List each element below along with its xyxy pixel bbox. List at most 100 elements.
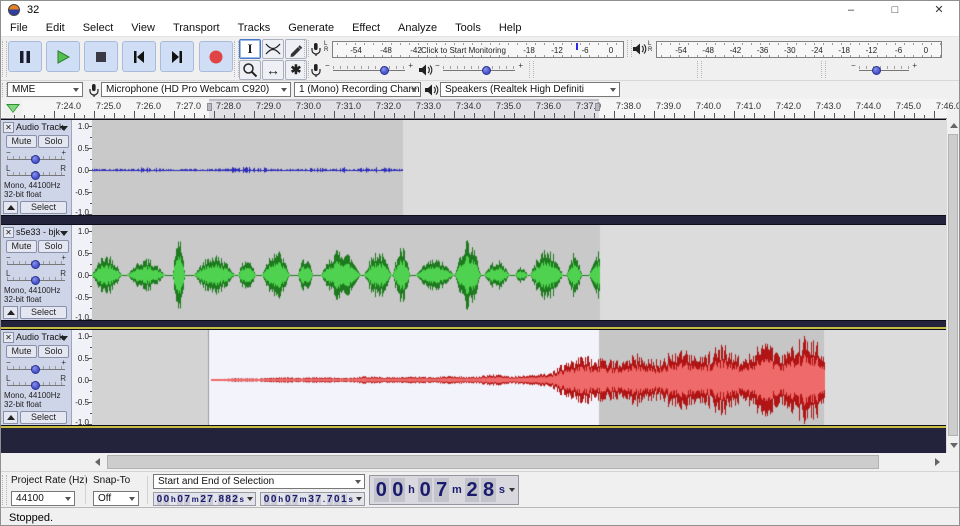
horizontal-scrollbar[interactable] bbox=[1, 453, 960, 471]
selection-start-grip[interactable] bbox=[207, 103, 212, 111]
track-collapse-button[interactable] bbox=[3, 306, 18, 319]
waveform-area[interactable] bbox=[92, 225, 946, 320]
time-unit[interactable]: h bbox=[170, 495, 177, 504]
playback-volume-thumb[interactable] bbox=[482, 66, 491, 75]
time-digit[interactable]: 0 bbox=[157, 494, 163, 505]
snap-to-select[interactable]: Off bbox=[93, 491, 139, 506]
skip-to-end-button[interactable] bbox=[160, 41, 194, 72]
time-digit[interactable]: 8 bbox=[481, 478, 496, 502]
menu-item-help[interactable]: Help bbox=[490, 22, 531, 34]
pause-button[interactable] bbox=[8, 41, 42, 72]
maximize-button[interactable]: □ bbox=[873, 1, 917, 19]
project-rate-select[interactable]: 44100 bbox=[11, 491, 75, 506]
solo-button[interactable]: Solo bbox=[38, 345, 69, 358]
track-menu-caret-icon[interactable] bbox=[60, 231, 68, 236]
time-unit[interactable]: m bbox=[298, 495, 307, 504]
recording-volume-thumb[interactable] bbox=[380, 66, 389, 75]
track-close-button[interactable]: ✕ bbox=[3, 227, 14, 238]
stop-button[interactable] bbox=[84, 41, 118, 72]
microphone-icon[interactable] bbox=[309, 42, 322, 57]
timeshift-tool-button[interactable]: ↔ bbox=[262, 60, 284, 80]
menu-item-select[interactable]: Select bbox=[74, 22, 123, 34]
waveform-canvas[interactable] bbox=[92, 330, 946, 425]
gain-slider[interactable]: −+ bbox=[5, 360, 67, 374]
play-speed-slider[interactable]: −+ bbox=[851, 61, 917, 77]
time-unit[interactable]: h bbox=[277, 495, 284, 504]
gain-slider-thumb[interactable] bbox=[31, 155, 40, 164]
gain-slider[interactable]: −+ bbox=[5, 150, 67, 164]
pan-slider[interactable]: LR bbox=[5, 271, 67, 285]
record-button[interactable] bbox=[199, 41, 233, 72]
menu-item-analyze[interactable]: Analyze bbox=[389, 22, 446, 34]
waveform-canvas[interactable] bbox=[92, 120, 946, 215]
audio-position-field[interactable]: 00h07m28s bbox=[369, 475, 519, 505]
envelope-tool-button[interactable] bbox=[262, 39, 284, 59]
track-collapse-button[interactable] bbox=[3, 201, 18, 214]
time-unit[interactable]: m bbox=[191, 495, 200, 504]
gain-slider[interactable]: −+ bbox=[5, 255, 67, 269]
zoom-toolbar-grip[interactable] bbox=[697, 61, 702, 78]
track-close-button[interactable]: ✕ bbox=[3, 122, 14, 133]
waveform-canvas[interactable] bbox=[92, 225, 946, 320]
selection-tool-button[interactable]: I bbox=[239, 39, 261, 59]
track-select-button[interactable]: Select bbox=[20, 201, 67, 214]
vertical-scrollbar[interactable] bbox=[946, 119, 959, 453]
input-device-select[interactable]: Microphone (HD Pro Webcam C920) bbox=[101, 82, 291, 97]
time-digit[interactable]: 8 bbox=[225, 494, 231, 505]
menu-item-transport[interactable]: Transport bbox=[164, 22, 229, 34]
play-speed-thumb[interactable] bbox=[872, 66, 881, 75]
menu-item-generate[interactable]: Generate bbox=[279, 22, 343, 34]
time-digit[interactable]: 1 bbox=[341, 494, 347, 505]
horizontal-scrollbar-thumb[interactable] bbox=[107, 455, 879, 469]
gain-slider-thumb[interactable] bbox=[31, 365, 40, 374]
track-name[interactable]: Audio Track bbox=[16, 122, 64, 132]
time-digit[interactable]: 2 bbox=[200, 494, 206, 505]
time-digit[interactable]: 7 bbox=[315, 494, 321, 505]
transport-toolbar-grip[interactable] bbox=[2, 41, 7, 77]
close-button[interactable]: ✕ bbox=[917, 1, 960, 19]
pan-slider-thumb[interactable] bbox=[31, 171, 40, 180]
time-digit[interactable]: 0 bbox=[391, 478, 406, 502]
time-digit[interactable]: 0 bbox=[374, 478, 389, 502]
meter-message[interactable]: Click to Start Monitoring bbox=[421, 46, 506, 55]
selection-end-field[interactable]: 00h07m37.701s bbox=[260, 492, 365, 506]
time-unit[interactable]: h bbox=[406, 484, 417, 496]
time-digit[interactable]: 0 bbox=[264, 494, 270, 505]
timeline-pin-button[interactable] bbox=[3, 100, 22, 117]
gain-slider-thumb[interactable] bbox=[31, 260, 40, 269]
pan-slider[interactable]: LR bbox=[5, 166, 67, 180]
time-digit[interactable]: 8 bbox=[218, 494, 224, 505]
time-digit[interactable]: 0 bbox=[334, 494, 340, 505]
solo-button[interactable]: Solo bbox=[38, 240, 69, 253]
time-digit[interactable]: 7 bbox=[207, 494, 213, 505]
menu-item-file[interactable]: File bbox=[1, 22, 37, 34]
selection-mode-select[interactable]: Start and End of Selection bbox=[153, 474, 365, 489]
vertical-scrollbar-thumb[interactable] bbox=[948, 134, 958, 436]
track-collapse-button[interactable] bbox=[3, 411, 18, 424]
scroll-up-arrow[interactable] bbox=[950, 123, 958, 128]
time-unit[interactable]: . bbox=[214, 495, 218, 504]
pan-slider-thumb[interactable] bbox=[31, 381, 40, 390]
track-close-button[interactable]: ✕ bbox=[3, 332, 14, 343]
playback-meter[interactable]: -54-48-42-36-30-24-18-12-60 bbox=[656, 41, 942, 58]
pan-slider-thumb[interactable] bbox=[31, 276, 40, 285]
time-field-caret-icon[interactable] bbox=[509, 488, 515, 492]
time-digit[interactable]: 7 bbox=[292, 494, 298, 505]
menu-item-tools[interactable]: Tools bbox=[446, 22, 490, 34]
time-digit[interactable]: 0 bbox=[285, 494, 291, 505]
time-digit[interactable]: 0 bbox=[163, 494, 169, 505]
time-field-caret-icon[interactable] bbox=[356, 497, 362, 501]
track-area[interactable]: ✕ Audio Track Mute Solo −+ LR Mono, 4410… bbox=[1, 119, 946, 453]
time-digit[interactable]: 3 bbox=[308, 494, 314, 505]
scroll-right-arrow[interactable] bbox=[935, 458, 940, 466]
track-name[interactable]: Audio Track bbox=[16, 332, 64, 342]
time-digit[interactable]: 0 bbox=[177, 494, 183, 505]
pan-slider[interactable]: LR bbox=[5, 376, 67, 390]
selection-end-grip[interactable] bbox=[595, 103, 600, 111]
scroll-left-arrow[interactable] bbox=[95, 458, 100, 466]
time-digit[interactable]: 7 bbox=[327, 494, 333, 505]
recording-volume-slider[interactable]: −+ bbox=[325, 61, 413, 77]
time-digit[interactable]: 0 bbox=[418, 478, 433, 502]
time-unit[interactable]: m bbox=[450, 484, 464, 496]
track-name[interactable]: s5e33 - bjk bbox=[16, 227, 60, 237]
